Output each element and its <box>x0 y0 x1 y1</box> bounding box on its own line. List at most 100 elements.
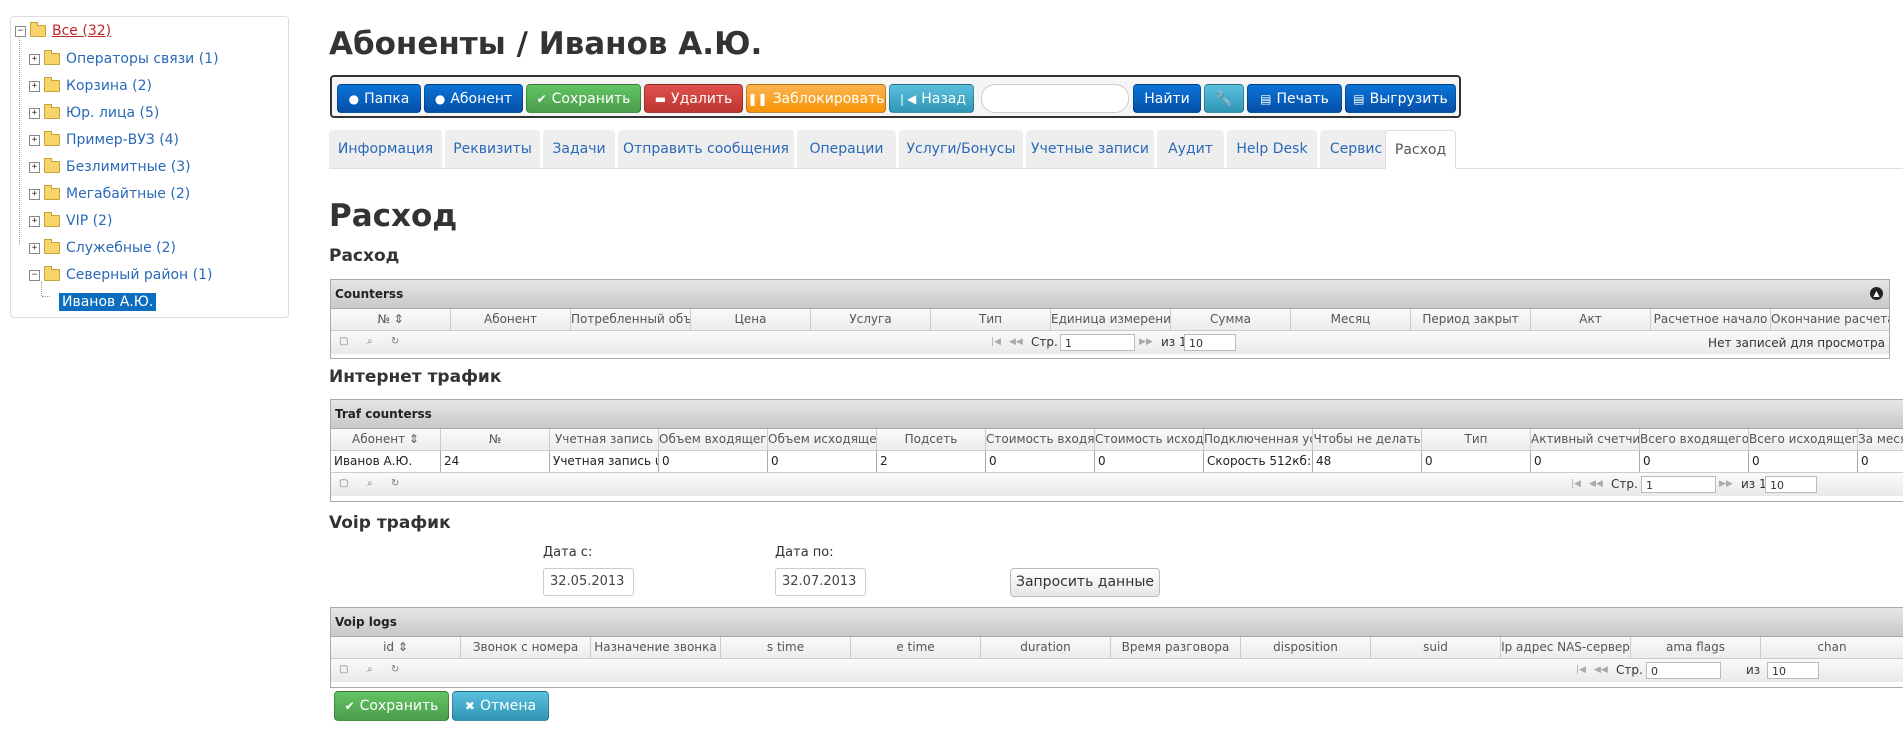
page-size-select[interactable]: 10 <box>1184 334 1236 351</box>
column-header[interactable]: chan <box>1761 637 1903 658</box>
page-input[interactable]: 0 <box>1646 662 1721 679</box>
column-header[interactable]: Абонент <box>451 309 571 330</box>
tab-send-messages[interactable]: Отправить сообщения <box>618 130 794 168</box>
tab-info[interactable]: Информация <box>329 130 442 168</box>
tab-requisites[interactable]: Реквизиты <box>445 130 540 168</box>
column-header[interactable]: Объем исходяще <box>768 429 877 450</box>
column-header[interactable]: e time <box>851 637 981 658</box>
column-header[interactable]: Объем входящего <box>659 429 768 450</box>
column-header[interactable]: disposition <box>1241 637 1371 658</box>
column-header[interactable]: Назначение звонка <box>591 637 721 658</box>
tree-item-service[interactable]: + Служебные (2) <box>29 238 176 258</box>
column-header[interactable]: Активный счетчи <box>1531 429 1640 450</box>
collapse-icon[interactable]: − <box>29 269 40 281</box>
column-header[interactable]: s time <box>721 637 851 658</box>
add-record-icon[interactable]: ▢ <box>339 478 348 489</box>
column-header[interactable]: Подсеть <box>877 429 986 450</box>
request-data-button[interactable]: Запросить данные <box>1010 568 1160 597</box>
next-page-icon[interactable]: ▶▶ <box>1719 479 1733 489</box>
column-header[interactable]: Расчетное начало <box>1651 309 1771 330</box>
column-header[interactable]: № <box>441 429 550 450</box>
column-header[interactable]: Потребленный объ <box>571 309 691 330</box>
column-header[interactable]: Период закрыт <box>1411 309 1531 330</box>
back-button[interactable]: ❘◀ Назад <box>889 84 974 113</box>
column-header[interactable]: Тип <box>1422 429 1531 450</box>
tree-item-unlimited[interactable]: + Безлимитные (3) <box>29 157 191 177</box>
tree-item-all[interactable]: − Все (32) <box>15 21 111 41</box>
folder-button[interactable]: ● Папка <box>337 84 421 113</box>
refresh-icon[interactable]: ↻ <box>391 478 399 489</box>
page-input[interactable]: 1 <box>1060 334 1135 351</box>
search-icon[interactable]: ⌕ <box>367 664 373 675</box>
search-icon[interactable]: ⌕ <box>367 478 373 489</box>
first-page-icon[interactable]: |◀ <box>1571 479 1581 489</box>
column-header[interactable]: Всего входящего <box>1640 429 1749 450</box>
date-to-input[interactable]: 32.07.2013 <box>775 568 866 596</box>
tree-item-operators[interactable]: + Операторы связи (1) <box>29 49 219 69</box>
column-header[interactable]: Звонок с номера <box>461 637 591 658</box>
tree-item-legal[interactable]: + Юр. лица (5) <box>29 103 159 123</box>
expand-icon[interactable]: + <box>29 134 40 146</box>
footer-cancel-button[interactable]: ✖ Отмена <box>452 691 549 721</box>
column-header[interactable]: Сумма <box>1171 309 1291 330</box>
column-header[interactable]: Всего исходящег <box>1749 429 1858 450</box>
expand-icon[interactable]: + <box>29 53 40 65</box>
column-header[interactable]: Месяц <box>1291 309 1411 330</box>
column-header[interactable]: Стоимость входя <box>986 429 1095 450</box>
column-header[interactable]: duration <box>981 637 1111 658</box>
first-page-icon[interactable]: |◀ <box>1576 665 1586 675</box>
column-header[interactable]: Цена <box>691 309 811 330</box>
column-header[interactable]: Единица измерени <box>1051 309 1171 330</box>
collapse-up-icon[interactable]: ▲ <box>1870 287 1883 300</box>
add-record-icon[interactable]: ▢ <box>339 664 348 675</box>
search-input[interactable] <box>981 84 1129 113</box>
date-from-input[interactable]: 32.05.2013 <box>543 568 634 596</box>
tree-item-vip[interactable]: + VIP (2) <box>29 211 112 231</box>
column-header[interactable]: Подключенная ус <box>1204 429 1313 450</box>
table-row[interactable]: Иванов А.Ю. 24 Учетная запись us 0 0 2 0… <box>331 451 1903 473</box>
column-header[interactable]: suid <box>1371 637 1501 658</box>
block-button[interactable]: ❚❚ Заблокировать <box>746 84 886 113</box>
column-header[interactable]: № ⇕ <box>331 309 451 330</box>
column-header[interactable]: id ⇕ <box>331 637 461 658</box>
tab-help-desk[interactable]: Help Desk <box>1227 130 1317 168</box>
column-header[interactable]: Тип <box>931 309 1051 330</box>
first-page-icon[interactable]: |◀ <box>991 337 1001 347</box>
column-header[interactable]: За меся <box>1858 429 1903 450</box>
page-size-select[interactable]: 10 <box>1767 662 1819 679</box>
tree-item-north[interactable]: − Северный район (1) <box>29 265 212 285</box>
column-header[interactable]: Абонент ⇕ <box>331 429 441 450</box>
expand-icon[interactable]: + <box>29 242 40 254</box>
expand-icon[interactable]: + <box>29 107 40 119</box>
tree-item-subscriber[interactable]: Иванов А.Ю. <box>59 292 157 312</box>
column-header[interactable]: Акт <box>1531 309 1651 330</box>
column-header[interactable]: Окончание расчета <box>1771 309 1889 330</box>
delete-button[interactable]: ▬ Удалить <box>644 84 743 113</box>
column-header[interactable]: Стоимость исходя <box>1095 429 1204 450</box>
expand-icon[interactable]: + <box>29 188 40 200</box>
tab-services-bonuses[interactable]: Услуги/Бонусы <box>899 130 1023 168</box>
tab-accounts[interactable]: Учетные записи <box>1026 130 1154 168</box>
prev-page-icon[interactable]: ◀◀ <box>1594 665 1608 675</box>
find-button[interactable]: Найти <box>1133 84 1201 113</box>
save-button[interactable]: ✔ Сохранить <box>526 84 641 113</box>
tree-item-basket[interactable]: + Корзина (2) <box>29 76 152 96</box>
settings-button[interactable]: 🔧 <box>1204 84 1244 113</box>
column-header[interactable]: ama flags <box>1631 637 1761 658</box>
column-header[interactable]: Чтобы не делать <box>1313 429 1422 450</box>
tree-item-university[interactable]: + Пример-ВУЗ (4) <box>29 130 179 150</box>
next-page-icon[interactable]: ▶▶ <box>1139 337 1153 347</box>
tree-item-megabyte[interactable]: + Мегабайтные (2) <box>29 184 190 204</box>
add-record-icon[interactable]: ▢ <box>339 336 348 347</box>
prev-page-icon[interactable]: ◀◀ <box>1009 337 1023 347</box>
print-button[interactable]: ▤ Печать <box>1247 84 1342 113</box>
column-header[interactable]: Услуга <box>811 309 931 330</box>
collapse-icon[interactable]: − <box>15 25 26 37</box>
column-header[interactable]: Учетная запись <box>550 429 659 450</box>
tab-expense[interactable]: Расход <box>1385 130 1456 169</box>
column-header[interactable]: Время разговора <box>1111 637 1241 658</box>
tab-tasks[interactable]: Задачи <box>543 130 615 168</box>
refresh-icon[interactable]: ↻ <box>391 336 399 347</box>
column-header[interactable]: Ip адрес NAS-сервер <box>1501 637 1631 658</box>
subscriber-button[interactable]: ● Абонент <box>424 84 523 113</box>
